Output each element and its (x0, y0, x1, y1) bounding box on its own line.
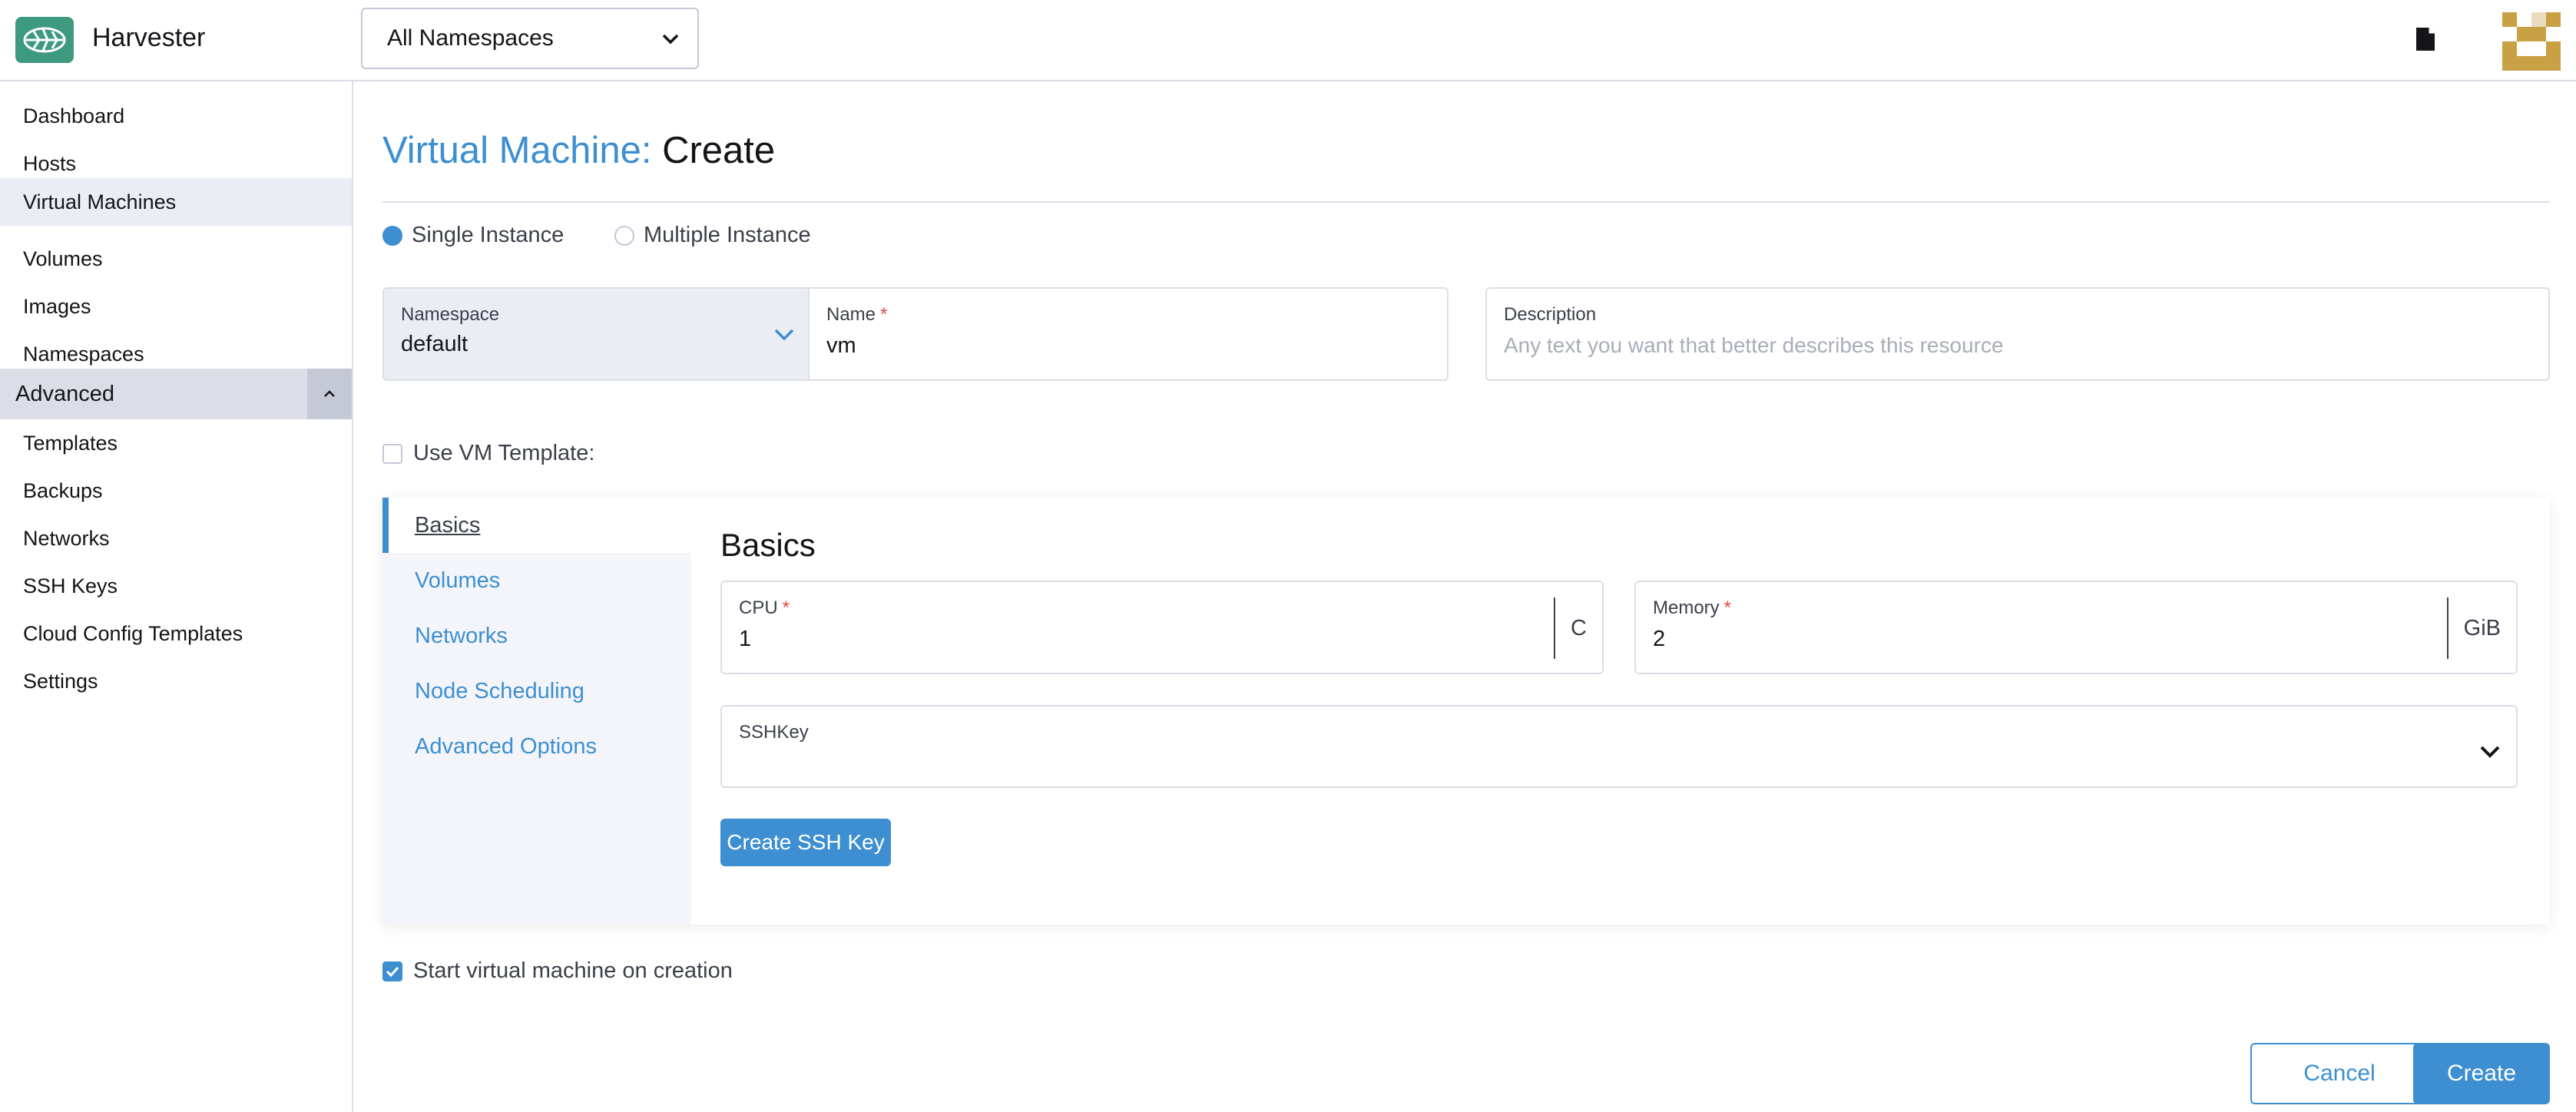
sidebar-item-settings[interactable]: Settings (0, 657, 352, 705)
user-avatar[interactable] (2502, 12, 2561, 71)
namespace-value: default (401, 332, 469, 356)
checkmark-icon (386, 966, 399, 977)
namespace-select[interactable]: Namespace default (382, 287, 810, 381)
radio-indicator (614, 225, 634, 246)
sidebar: Dashboard Hosts Virtual Machines Volumes… (0, 81, 353, 1112)
checkbox-label: Start virtual machine on creation (413, 958, 733, 983)
group-collapse-toggle[interactable] (307, 369, 352, 419)
radio-multiple-instance[interactable]: Multiple Instance (614, 223, 811, 248)
sidebar-item-backups[interactable]: Backups (0, 467, 352, 515)
cpu-value: 1 (739, 627, 752, 651)
memory-value: 2 (1653, 627, 1666, 651)
page-title: Virtual Machine: Create (382, 129, 775, 172)
description-label: Description (1504, 304, 1597, 325)
cpu-unit: C (1554, 597, 1602, 659)
namespace-label: Namespace (401, 304, 500, 325)
tab-networks[interactable]: Networks (382, 608, 691, 664)
create-button[interactable]: Create (2413, 1043, 2550, 1104)
radio-single-instance[interactable]: Single Instance (382, 223, 564, 248)
radio-label: Single Instance (412, 223, 565, 247)
harvester-logo-icon (23, 27, 66, 53)
chevron-up-icon (324, 390, 335, 397)
tab-advanced-options[interactable]: Advanced Options (382, 719, 691, 774)
sshkey-select[interactable]: SSHKey (720, 705, 2518, 788)
chevron-down-icon (2480, 746, 2500, 758)
tab-node-scheduling[interactable]: Node Scheduling (382, 664, 691, 719)
memory-input[interactable]: Memory * 2 GiB (1634, 581, 2518, 674)
name-input[interactable]: Name * vm (808, 287, 1449, 381)
top-header: Harvester All Namespaces (0, 0, 2576, 81)
namespace-filter-value: All Namespaces (387, 25, 554, 51)
tab-volumes[interactable]: Volumes (382, 553, 691, 608)
sidebar-item-images[interactable]: Images (0, 283, 352, 330)
tab-basics[interactable]: Basics (382, 498, 691, 553)
memory-unit: GiB (2446, 597, 2516, 659)
name-label: Name * (826, 304, 1430, 326)
tab-list: Basics Volumes Networks Node Scheduling … (382, 498, 691, 925)
sidebar-item-templates[interactable]: Templates (0, 419, 352, 467)
sidebar-item-ssh-keys[interactable]: SSH Keys (0, 562, 352, 610)
use-vm-template-checkbox[interactable]: Use VM Template: (382, 441, 594, 466)
name-label-text: Name (826, 304, 876, 325)
title-divider (382, 201, 2550, 203)
checkbox-label: Use VM Template: (413, 441, 595, 465)
sidebar-group-advanced[interactable]: Advanced (0, 369, 352, 419)
checkbox-box (382, 961, 402, 981)
sidebar-item-volumes[interactable]: Volumes (0, 235, 352, 283)
radio-indicator (382, 225, 402, 246)
namespace-filter-select[interactable]: All Namespaces (361, 8, 699, 69)
cpu-label-text: CPU (739, 597, 778, 618)
harvester-logo[interactable] (15, 17, 74, 63)
document-icon[interactable] (2415, 26, 2436, 52)
cpu-input[interactable]: CPU * 1 C (720, 581, 1604, 674)
required-mark: * (1723, 597, 1732, 618)
sidebar-item-cloud-config-templates[interactable]: Cloud Config Templates (0, 610, 352, 657)
memory-label: Memory * (1653, 597, 2499, 619)
page-title-action: Create (662, 130, 776, 171)
chevron-down-icon (662, 34, 679, 45)
memory-label-text: Memory (1653, 597, 1720, 618)
sshkey-label: SSHKey (739, 722, 809, 743)
chevron-down-icon (774, 329, 794, 341)
create-ssh-key-button[interactable]: Create SSH Key (720, 819, 891, 866)
basics-tab-content: Basics CPU * 1 C Memory * 2 GiB SSHKey C… (691, 498, 2550, 925)
cancel-button[interactable]: Cancel (2250, 1043, 2429, 1104)
description-placeholder: Any text you want that better describes … (1504, 333, 2004, 357)
section-title: Basics (720, 527, 816, 563)
description-input[interactable]: Description Any text you want that bette… (1485, 287, 2550, 381)
sidebar-item-virtual-machines[interactable]: Virtual Machines (0, 178, 352, 226)
sidebar-item-dashboard[interactable]: Dashboard (0, 92, 352, 140)
required-mark: * (782, 597, 790, 618)
cpu-label: CPU * (739, 597, 1585, 619)
name-value: vm (826, 333, 856, 358)
required-mark: * (880, 304, 888, 325)
vm-config-panel: Basics Volumes Networks Node Scheduling … (382, 498, 2550, 925)
brand-name: Harvester (92, 23, 206, 52)
page-title-resource[interactable]: Virtual Machine: (382, 130, 651, 171)
start-on-creation-checkbox[interactable]: Start virtual machine on creation (382, 958, 733, 984)
sidebar-item-networks[interactable]: Networks (0, 515, 352, 562)
app-root: Harvester All Namespaces Dashboard Hosts… (0, 0, 2576, 1112)
checkbox-box (382, 443, 402, 464)
sidebar-group-label: Advanced (15, 381, 114, 406)
radio-label: Multiple Instance (644, 223, 811, 247)
